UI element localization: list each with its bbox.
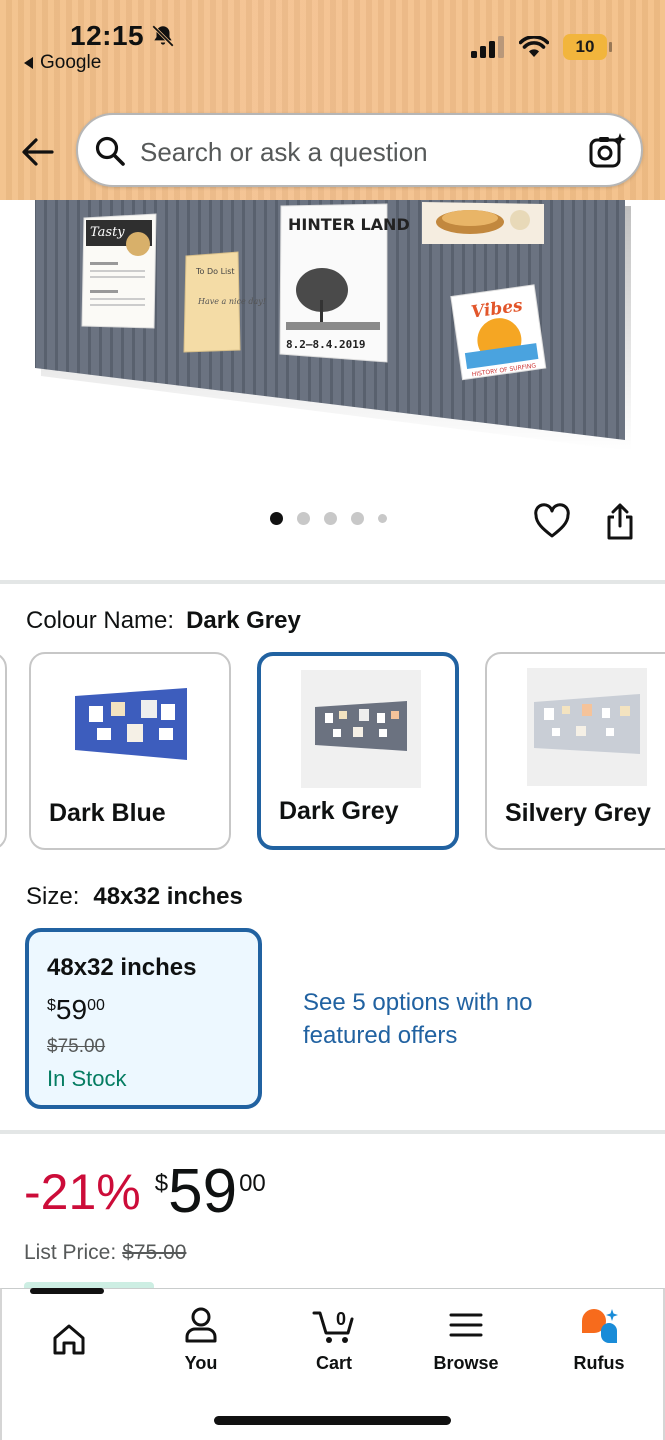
price-whole: 59: [55, 994, 88, 1025]
list-price-label: List Price:: [24, 1241, 117, 1264]
nav-browse[interactable]: Browse: [411, 1305, 521, 1374]
bell-off-icon: [152, 25, 175, 47]
size-label-text: Size:: [26, 883, 80, 910]
price-whole: 59: [168, 1157, 238, 1226]
price-currency: $: [154, 1170, 169, 1197]
share-icon[interactable]: [603, 501, 637, 541]
vibes-postcard: Vibes HISTORY OF SURFING: [450, 284, 547, 381]
status-time: 12:15: [70, 20, 176, 52]
nav-home[interactable]: [14, 1305, 124, 1367]
section-divider: [0, 1130, 665, 1134]
colour-label-text: Colour Name:: [26, 607, 175, 634]
size-label: Size: 48x32 inches: [26, 883, 243, 911]
rufus-icon: [582, 1309, 618, 1343]
home-icon: [53, 1324, 85, 1355]
swatch-image-dark-blue: [75, 688, 187, 760]
cellular-signal-icon: [471, 36, 504, 58]
price-fraction: 00: [87, 997, 105, 1014]
list-price-value: $75.00: [122, 1241, 187, 1264]
wifi-icon: [519, 36, 549, 57]
felt-board-illustration: Tasty To Do List Have a nice day! HINTER…: [35, 200, 631, 451]
price-fraction: 00: [239, 1170, 266, 1197]
person-icon: [185, 1307, 217, 1343]
clock: 12:15: [70, 20, 145, 51]
see-options-link[interactable]: See 5 options with no featured offers: [303, 986, 563, 1052]
carousel-dot[interactable]: [324, 512, 337, 525]
swatch-name: Silvery Grey: [505, 799, 651, 827]
search-icon: [95, 136, 125, 166]
header: 12:15 Google 10 Search or ask a question: [0, 0, 665, 200]
stock-status: In Stock: [47, 1066, 127, 1091]
nav-cart-label: Cart: [315, 1353, 352, 1373]
colour-selected-value: Dark Grey: [186, 607, 301, 634]
colour-swatch-list: Dark Blue Dark Grey Silvery Grey: [0, 652, 665, 852]
nav-cart[interactable]: 0 Cart: [279, 1305, 389, 1374]
swatch-name: Dark Grey: [279, 797, 399, 825]
swatch-image-dark-grey: [315, 701, 407, 751]
note-text: Have a nice day!: [197, 297, 266, 306]
carousel-dot[interactable]: [297, 512, 310, 525]
size-option-card[interactable]: 48x32 inches $ 59 00 $75.00 In Stock: [25, 928, 262, 1109]
poster-title: HINTER LAND: [288, 215, 410, 234]
back-to-app[interactable]: Google: [22, 52, 101, 74]
size-option-price: $ 59 00: [47, 994, 105, 1026]
size-option-title: 48x32 inches: [47, 954, 197, 981]
food-card: [422, 202, 544, 244]
back-arrow-icon[interactable]: [20, 134, 56, 170]
swatch-thumbnail: [71, 668, 191, 786]
menu-card: Tasty: [81, 213, 157, 329]
battery-indicator: 10: [563, 34, 612, 60]
list-price: List Price: $75.00: [24, 1241, 186, 1265]
discount-percent: -21%: [24, 1164, 141, 1220]
price-block: -21% $ 59 00: [24, 1160, 266, 1224]
carousel-dot[interactable]: [351, 512, 364, 525]
cart-icon: 0: [312, 1309, 354, 1343]
heart-icon[interactable]: [533, 503, 571, 539]
swatch-thumbnail: [527, 668, 647, 786]
nav-rufus[interactable]: Rufus: [544, 1305, 654, 1374]
back-app-label: Google: [40, 52, 102, 73]
battery-level: 10: [575, 37, 595, 56]
nav-you-label: You: [184, 1353, 218, 1373]
home-indicator[interactable]: [214, 1416, 451, 1425]
carousel-dot[interactable]: [378, 514, 387, 523]
swatch-silvery-grey[interactable]: Silvery Grey: [485, 652, 665, 850]
status-indicators: 10: [471, 34, 612, 60]
menu-card-title: Tasty: [90, 225, 125, 240]
nav-rufus-label: Rufus: [573, 1353, 625, 1373]
section-divider: [0, 580, 665, 584]
nav-browse-label: Browse: [433, 1353, 499, 1373]
size-selected-value: 48x32 inches: [93, 883, 243, 910]
back-triangle-icon: [24, 57, 33, 69]
active-tab-indicator: [30, 1288, 104, 1294]
swatch-dark-grey[interactable]: Dark Grey: [257, 652, 459, 850]
poster-dates: 8.2–8.4.2019: [286, 338, 365, 351]
size-option-list-price: $75.00: [47, 1036, 106, 1057]
note-title: To Do List: [195, 267, 235, 276]
swatch-thumbnail: [301, 670, 421, 788]
swatch-partial[interactable]: [0, 652, 7, 850]
nav-you[interactable]: You: [146, 1305, 256, 1374]
swatch-dark-blue[interactable]: Dark Blue: [29, 652, 231, 850]
search-placeholder: Search or ask a question: [140, 137, 428, 167]
colour-label: Colour Name: Dark Grey: [26, 607, 301, 635]
product-image[interactable]: Tasty To Do List Have a nice day! HINTER…: [0, 200, 665, 460]
image-carousel-dots[interactable]: [270, 512, 387, 525]
menu-icon: [449, 1313, 483, 1337]
price-currency: $: [47, 997, 56, 1014]
cart-count: 0: [336, 1309, 346, 1329]
swatch-name: Dark Blue: [49, 799, 166, 827]
swatch-image-silvery-grey: [534, 694, 640, 754]
carousel-dot[interactable]: [270, 512, 283, 525]
camera-search-icon[interactable]: [587, 131, 627, 171]
search-input[interactable]: Search or ask a question: [76, 113, 643, 187]
